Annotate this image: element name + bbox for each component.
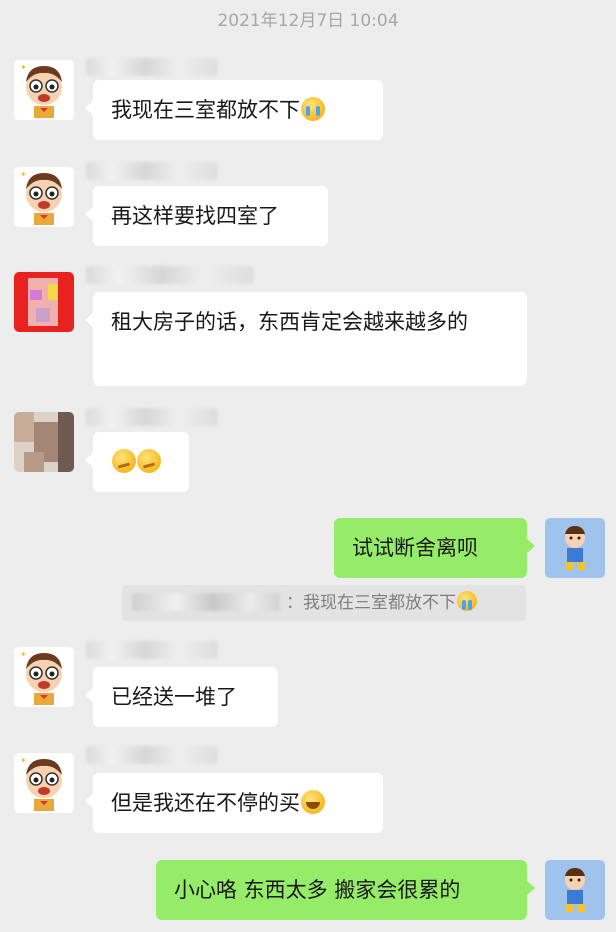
avatar[interactable]: ✦ [14,60,74,120]
svg-text:✦: ✦ [20,63,27,72]
message-bubble[interactable]: 再这样要找四室了 [85,186,328,246]
svg-text:✦: ✦ [20,170,27,179]
quoted-sender-blurred [132,593,280,611]
message-bubble[interactable]: 租大房子的话，东西肯定会越来越多的 [85,292,527,386]
crying-face-icon [301,97,325,121]
sender-name-blurred [86,408,218,426]
message-bubble[interactable]: 我现在三室都放不下 [85,80,383,140]
message-bubble-outgoing[interactable]: 试试断舍离呗 [334,518,535,578]
cartoon-boy-avatar-icon: ✦ [14,647,74,707]
message-text: 试试断舍离呗 [352,536,478,560]
quoted-message[interactable]: ：我现在三室都放不下 [122,585,526,621]
sender-name-blurred [86,641,218,659]
avatar[interactable]: ✦ [14,167,74,227]
cartoon-boy-avatar-icon: ✦ [14,167,74,227]
message-text: 我现在三室都放不下 [111,98,300,122]
blurred-avatar-icon [14,412,74,472]
cartoon-boy-avatar-icon: ✦ [14,753,74,813]
avatar[interactable]: ✦ [14,647,74,707]
avatar[interactable] [14,412,74,472]
cartoon-boy-avatar-icon: ✦ [14,60,74,120]
message-bubble[interactable] [85,432,189,492]
avatar[interactable] [14,272,74,332]
sender-name-blurred [86,162,218,180]
message-bubble-outgoing[interactable]: 小心咯 东西太多 搬家会很累的 [156,860,535,920]
message-bubble[interactable]: 但是我还在不停的买 [85,773,383,833]
message-text: 租大房子的话，东西肯定会越来越多的 [111,310,468,334]
sender-name-blurred [86,266,254,284]
avatar[interactable]: ✦ [14,753,74,813]
svg-text:✦: ✦ [20,756,27,765]
crying-face-icon [457,591,477,611]
message-text: 已经送一堆了 [111,685,237,709]
message-text: 小心咯 东西太多 搬家会很累的 [174,878,461,902]
quote-separator: ： [286,593,303,613]
message-text: 再这样要找四室了 [111,204,279,228]
my-avatar[interactable] [545,518,605,578]
my-avatar[interactable] [545,860,605,920]
timestamp: 2021年12月7日 10:04 [217,11,399,31]
svg-text:✦: ✦ [20,650,27,659]
message-text: 但是我还在不停的买 [111,791,300,815]
laughing-tears-icon [301,790,325,814]
cartoon-kid-avatar-icon [545,860,605,920]
cartoon-kid-avatar-icon [545,518,605,578]
sender-name-blurred [86,58,218,76]
sender-name-blurred [86,746,218,764]
thinking-face-icon [112,449,136,473]
thinking-face-icon [137,449,161,473]
message-bubble[interactable]: 已经送一堆了 [85,667,278,727]
blurred-avatar-icon [14,272,74,332]
quote-text: 我现在三室都放不下 [303,593,456,613]
